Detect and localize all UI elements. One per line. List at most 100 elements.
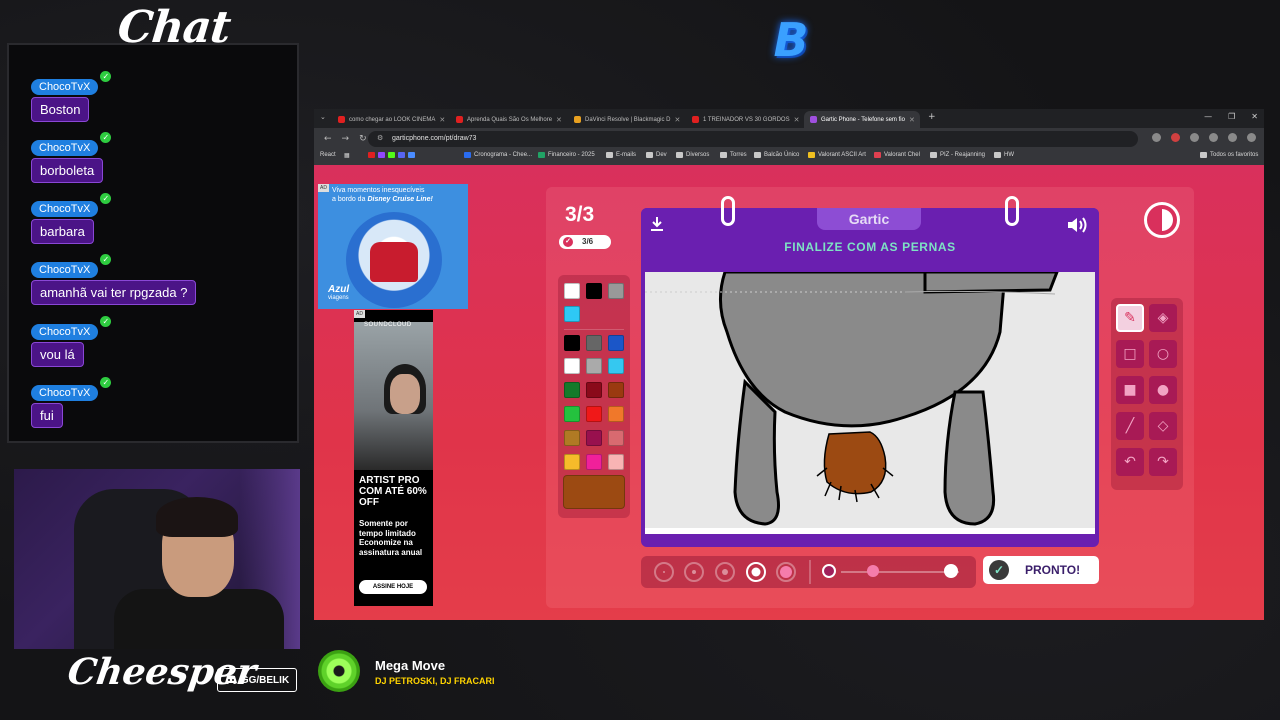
close-icon[interactable]: ✕	[909, 116, 915, 124]
davinci-icon	[574, 116, 581, 123]
color-swatch[interactable]	[586, 406, 602, 422]
bookmark[interactable]: Financeiro - 2025	[538, 152, 595, 158]
brush-size-5[interactable]	[776, 562, 796, 582]
verified-icon: ✓	[100, 316, 112, 327]
reload-icon[interactable]: ↻	[359, 134, 367, 144]
bookmark[interactable]: Cronograma - Chee...	[464, 152, 532, 158]
gartic-icon	[810, 116, 817, 123]
browser-tab[interactable]: DaVinci Resolve | Blackmagic D ✕	[568, 111, 684, 128]
download-icon[interactable]	[650, 216, 664, 232]
brush-size-2[interactable]	[684, 562, 704, 582]
brush-size-4[interactable]	[746, 562, 766, 582]
download-icon[interactable]	[1209, 133, 1218, 142]
site-info-icon[interactable]: ⚙	[377, 131, 383, 147]
color-swatch[interactable]	[608, 283, 624, 299]
circle-outline-icon[interactable]: ○	[1149, 340, 1177, 368]
color-swatch[interactable]	[608, 358, 624, 374]
color-swatch[interactable]	[564, 406, 580, 422]
profile-icon[interactable]	[1228, 133, 1237, 142]
bookmark[interactable]: Balcão Único	[754, 152, 799, 158]
color-swatch[interactable]	[608, 454, 624, 470]
opacity-slider[interactable]	[841, 571, 959, 573]
close-icon[interactable]: ✕	[556, 116, 562, 124]
ad-photo	[354, 322, 433, 470]
close-icon[interactable]: ✕	[794, 116, 800, 124]
opacity-slider-thumb[interactable]	[867, 565, 879, 577]
drawing-canvas[interactable]	[645, 272, 1095, 528]
color-palette	[558, 275, 630, 518]
bookmark[interactable]: Dev	[646, 152, 667, 158]
eraser-icon[interactable]: ◈	[1149, 304, 1177, 332]
canvas-bottom-edge	[645, 528, 1095, 534]
color-swatch[interactable]	[586, 454, 602, 470]
back-icon[interactable]: ←	[324, 134, 332, 144]
extension-icon[interactable]	[1190, 133, 1199, 142]
cruise-ad[interactable]: AD Viva momentos inesquecíveis a bordo d…	[318, 184, 468, 309]
contrast-toggle-icon[interactable]	[1144, 202, 1180, 238]
color-swatch[interactable]	[586, 335, 602, 351]
color-swatch[interactable]	[564, 358, 580, 374]
circle-fill-icon[interactable]: ●	[1149, 376, 1177, 404]
bookmark[interactable]: PIZ - Reajanning	[930, 152, 985, 158]
line-icon[interactable]: ╱	[1116, 412, 1144, 440]
bookmark-icon-row[interactable]	[368, 152, 415, 158]
bookmark[interactable]: Valorant Chel	[874, 152, 920, 158]
color-swatch[interactable]	[608, 406, 624, 422]
brush-size-1[interactable]	[654, 562, 674, 582]
color-swatch[interactable]	[608, 335, 624, 351]
close-window-icon[interactable]: ✕	[1251, 112, 1258, 121]
current-color-swatch[interactable]	[563, 475, 625, 509]
menu-icon[interactable]	[1247, 133, 1256, 142]
forward-icon[interactable]: →	[342, 134, 350, 144]
color-swatch[interactable]	[564, 430, 580, 446]
bookmark[interactable]: HW	[994, 152, 1014, 158]
color-swatch[interactable]	[586, 430, 602, 446]
bookmark[interactable]: Todos os favoritos	[1200, 152, 1258, 158]
pencil-icon[interactable]: ✎	[1116, 304, 1144, 332]
fill-bucket-icon[interactable]: ◇	[1149, 412, 1177, 440]
color-swatch[interactable]	[586, 382, 602, 398]
browser-tab-active[interactable]: Gartic Phone - Telefone sem fio ✕	[804, 111, 920, 128]
color-swatch[interactable]	[586, 358, 602, 374]
maximize-icon[interactable]: ❐	[1228, 112, 1235, 121]
soundcloud-ad[interactable]: AD SOUNDCLOUD ARTIST PRO COM ATÉ 60% OFF…	[354, 310, 433, 606]
color-swatch[interactable]	[564, 306, 580, 322]
chat-text: borboleta	[31, 158, 104, 183]
color-swatch[interactable]	[608, 382, 624, 398]
tab-search-icon[interactable]: ⌄	[320, 113, 326, 121]
undo-icon[interactable]: ↶	[1116, 448, 1144, 476]
rect-fill-icon[interactable]: ■	[1116, 376, 1144, 404]
ad-characters	[370, 242, 418, 282]
color-swatch[interactable]	[586, 283, 602, 299]
ready-button[interactable]: ✓ PRONTO!	[983, 556, 1099, 584]
bookmark[interactable]: Valorant ASCII Art	[808, 152, 866, 158]
bookmark[interactable]: Torres	[720, 152, 747, 158]
verified-icon: ✓	[100, 254, 112, 265]
url-input[interactable]: ⚙ garticphone.com/pt/draw73	[368, 131, 1138, 147]
volume-icon[interactable]	[1067, 216, 1089, 234]
color-swatch[interactable]	[608, 430, 624, 446]
minimize-icon[interactable]: —	[1204, 112, 1212, 121]
bookmark[interactable]: React	[320, 152, 336, 158]
close-icon[interactable]: ✕	[439, 116, 445, 124]
browser-tab[interactable]: Aprenda Quais São Os Melhore ✕	[450, 111, 566, 128]
browser-tab[interactable]: como chegar ao LOOK CINEMA ✕	[332, 111, 448, 128]
redo-icon[interactable]: ↷	[1149, 448, 1177, 476]
drawing-card: Gartic FINALIZE COM AS PERNAS	[641, 196, 1099, 547]
new-tab-icon[interactable]: +	[928, 112, 936, 122]
ad-cta-button[interactable]: ASSINE HOJE	[359, 580, 427, 594]
color-swatch[interactable]	[564, 454, 580, 470]
streamer-body	[114, 589, 284, 649]
brush-size-3[interactable]	[715, 562, 735, 582]
browser-tab[interactable]: 1 TREINADOR VS 30 GORDOS ✕	[686, 111, 802, 128]
rect-outline-icon[interactable]: □	[1116, 340, 1144, 368]
bookmark-star-icon[interactable]	[1152, 133, 1161, 142]
apps-icon[interactable]: ▦	[344, 152, 350, 159]
color-swatch[interactable]	[564, 283, 580, 299]
bookmark[interactable]: Diversos	[676, 152, 709, 158]
color-swatch[interactable]	[564, 335, 580, 351]
close-icon[interactable]: ✕	[674, 116, 680, 124]
bookmark[interactable]: E-mails	[606, 152, 636, 158]
extension-icon[interactable]	[1171, 133, 1180, 142]
color-swatch[interactable]	[564, 382, 580, 398]
